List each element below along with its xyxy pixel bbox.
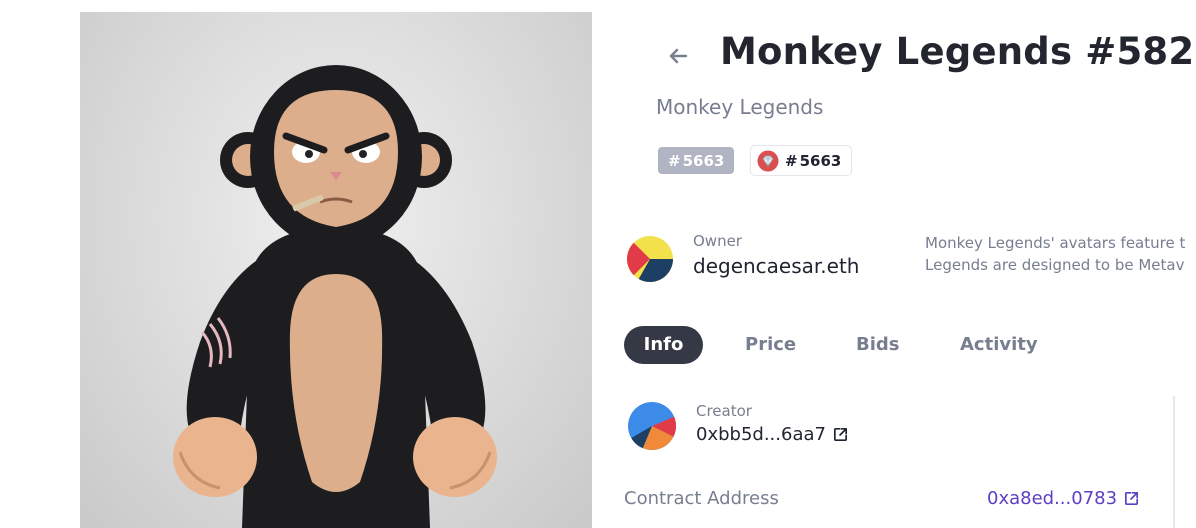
tab-activity[interactable]: Activity xyxy=(960,326,1038,364)
hash-prefix: # xyxy=(668,151,681,170)
contract-address-label: Contract Address xyxy=(624,488,779,509)
hash-prefix: # xyxy=(785,151,798,170)
creator-avatar[interactable] xyxy=(628,402,676,450)
nft-image xyxy=(80,12,592,528)
diamond-icon xyxy=(757,150,779,171)
arrow-left-icon xyxy=(669,48,688,64)
rarity-rank-value: 5663 xyxy=(799,151,842,170)
owner-avatar[interactable] xyxy=(627,236,673,282)
owner-name[interactable]: degencaesar.eth xyxy=(693,254,859,278)
external-link-icon xyxy=(833,427,847,442)
tab-price[interactable]: Price xyxy=(745,326,796,364)
creator-label: Creator xyxy=(696,402,752,420)
rarity-rank-badge[interactable]: # 5663 xyxy=(750,145,853,176)
panel-divider xyxy=(1173,396,1175,528)
owner-label: Owner xyxy=(693,232,742,250)
contract-address: 0xa8ed...0783 xyxy=(987,488,1118,509)
rank-value: 5663 xyxy=(682,151,725,170)
description-line: Monkey Legends' avatars feature t xyxy=(925,234,1186,252)
description: Monkey Legends' avatars feature t Legend… xyxy=(925,232,1196,276)
contract-address-link[interactable]: 0xa8ed...0783 xyxy=(987,488,1140,509)
back-button[interactable] xyxy=(664,42,692,70)
tab-bids[interactable]: Bids xyxy=(856,326,900,364)
description-line: Legends are designed to be Metav xyxy=(925,256,1185,274)
nft-title: Monkey Legends #5823 xyxy=(720,30,1196,73)
collection-name[interactable]: Monkey Legends xyxy=(656,95,823,119)
monkey-illustration xyxy=(173,65,497,528)
rank-badge: # 5663 xyxy=(658,147,735,174)
creator-address-link[interactable]: 0xbb5d...6aa7 xyxy=(696,424,849,445)
creator-address: 0xbb5d...6aa7 xyxy=(696,424,826,445)
tab-info[interactable]: Info xyxy=(624,326,703,364)
external-link-icon xyxy=(1125,491,1139,506)
